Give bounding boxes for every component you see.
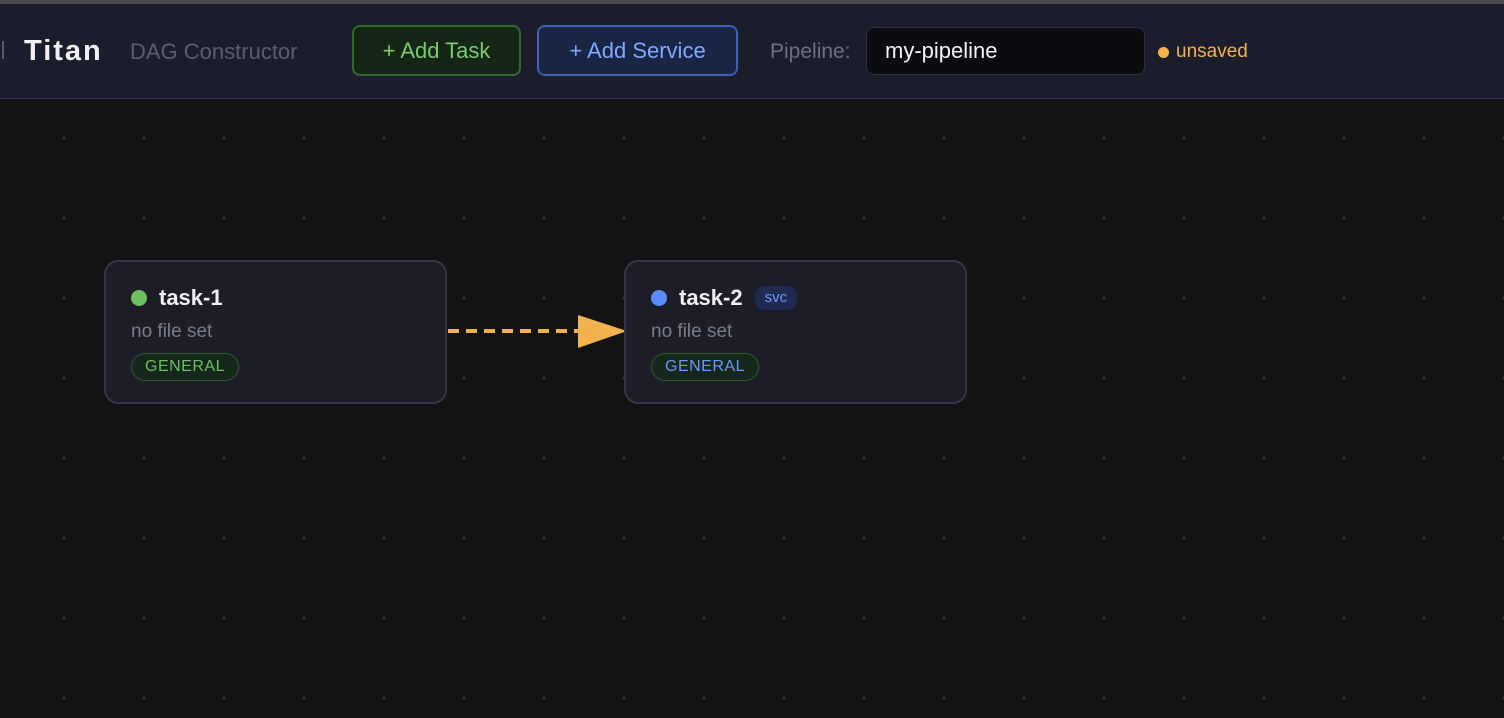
app-brand: Titan	[24, 35, 103, 67]
pipeline-name-input[interactable]	[866, 27, 1145, 75]
toolbar-edge-marker	[2, 41, 4, 59]
node-type-tag: GENERAL	[131, 353, 239, 381]
top-toolbar: Titan DAG Constructor + Add Task + Add S…	[0, 4, 1504, 99]
node-header: task-1	[131, 284, 223, 312]
dag-node-task-1[interactable]: task-1 no file set GENERAL	[104, 260, 447, 404]
node-type-tag: GENERAL	[651, 353, 759, 381]
node-name: task-1	[159, 285, 223, 310]
add-service-button[interactable]: + Add Service	[537, 25, 738, 76]
dag-node-task-2[interactable]: task-2 svc no file set GENERAL	[624, 260, 967, 404]
pipeline-name-label: Pipeline:	[770, 40, 851, 63]
save-status-text: unsaved	[1176, 41, 1248, 62]
node-status-dot-icon	[651, 290, 667, 306]
service-badge: svc	[754, 286, 798, 310]
node-name: task-2	[679, 285, 743, 310]
node-file-text: no file set	[131, 321, 213, 342]
unsaved-dot-icon	[1158, 46, 1169, 58]
node-status-dot-icon	[131, 290, 147, 306]
node-header: task-2 svc	[651, 284, 798, 312]
node-file-text: no file set	[651, 321, 733, 342]
add-task-button[interactable]: + Add Task	[352, 25, 521, 76]
dag-canvas[interactable]	[0, 99, 1504, 718]
save-status-indicator: unsaved	[1158, 40, 1248, 64]
app-subtitle: DAG Constructor	[130, 39, 298, 64]
